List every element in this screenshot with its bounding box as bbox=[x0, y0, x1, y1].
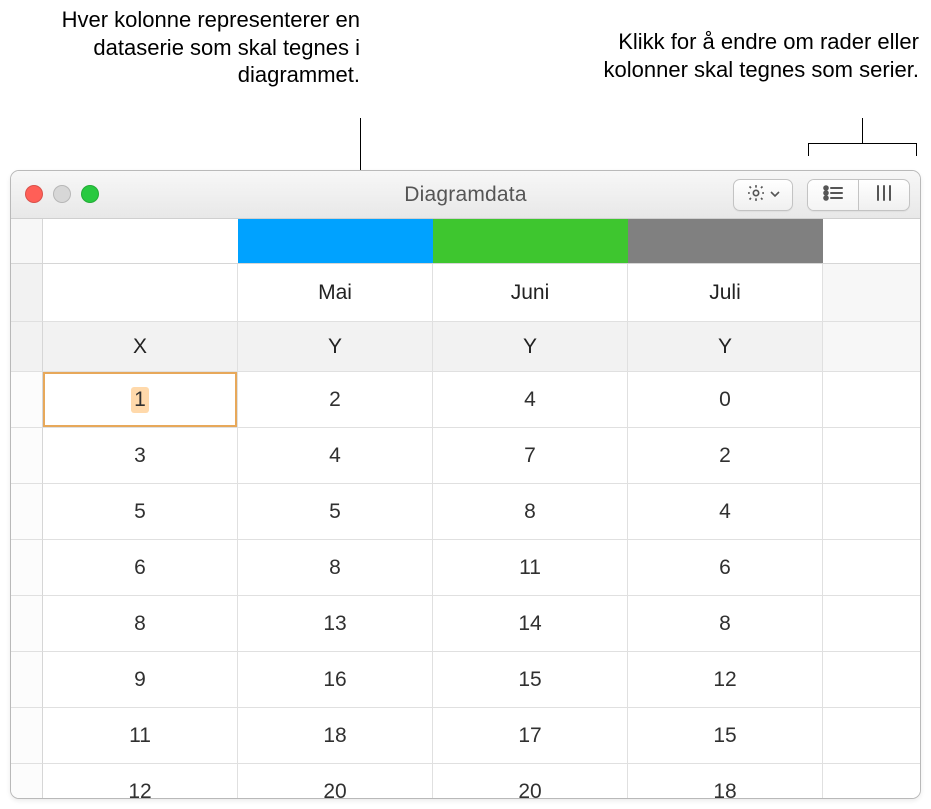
table-row: 8 13 14 8 bbox=[11, 596, 920, 652]
data-cell[interactable]: 20 bbox=[433, 764, 628, 799]
plot-orientation-toggle[interactable] bbox=[807, 179, 910, 211]
data-cell[interactable]: 4 bbox=[238, 428, 433, 484]
x-column-header[interactable] bbox=[43, 264, 238, 322]
data-grid[interactable]: Mai Juni Juli X Y Y Y 1 2 4 0 3 4 7 bbox=[11, 219, 920, 799]
data-cell[interactable]: 9 bbox=[43, 652, 238, 708]
table-row: 6 8 11 6 bbox=[11, 540, 920, 596]
row-header-gutter bbox=[11, 264, 43, 322]
table-row: 5 5 8 4 bbox=[11, 484, 920, 540]
row-header-gutter bbox=[11, 322, 43, 372]
chart-data-window: Diagramdata bbox=[10, 170, 921, 799]
row-header-gutter[interactable] bbox=[11, 372, 43, 428]
data-cell[interactable]: 6 bbox=[43, 540, 238, 596]
data-cell[interactable]: 11 bbox=[43, 708, 238, 764]
data-cell[interactable]: 5 bbox=[43, 484, 238, 540]
data-cell[interactable]: 15 bbox=[628, 708, 823, 764]
data-cell[interactable]: 7 bbox=[433, 428, 628, 484]
axis-x-label[interactable]: X bbox=[43, 322, 238, 372]
gear-icon bbox=[746, 183, 766, 208]
callout-leader-line bbox=[862, 118, 863, 143]
rows-icon bbox=[822, 184, 844, 207]
row-header-gutter[interactable] bbox=[11, 652, 43, 708]
columns-icon bbox=[874, 183, 894, 208]
window-titlebar[interactable]: Diagramdata bbox=[11, 171, 920, 219]
data-cell[interactable]: 6 bbox=[628, 540, 823, 596]
extra-column-gutter bbox=[823, 652, 921, 708]
series-name-cell[interactable]: Mai bbox=[238, 264, 433, 322]
axis-y-label[interactable]: Y bbox=[433, 322, 628, 372]
extra-column-gutter bbox=[823, 322, 921, 372]
data-cell[interactable]: 17 bbox=[433, 708, 628, 764]
row-header-gutter[interactable] bbox=[11, 764, 43, 799]
series-name-row: Mai Juni Juli bbox=[11, 264, 920, 322]
extra-column-gutter bbox=[823, 708, 921, 764]
table-row: 1 2 4 0 bbox=[11, 372, 920, 428]
row-header-gutter[interactable] bbox=[11, 484, 43, 540]
axis-label-row: X Y Y Y bbox=[11, 322, 920, 372]
row-header-gutter[interactable] bbox=[11, 708, 43, 764]
data-cell[interactable]: 8 bbox=[43, 596, 238, 652]
data-cell[interactable]: 15 bbox=[433, 652, 628, 708]
data-cell[interactable]: 5 bbox=[238, 484, 433, 540]
plot-rows-as-series-button[interactable] bbox=[808, 179, 858, 211]
series-color-swatch[interactable] bbox=[238, 219, 433, 264]
data-cell[interactable]: 12 bbox=[628, 652, 823, 708]
extra-column-gutter bbox=[823, 264, 921, 322]
extra-column-gutter bbox=[823, 428, 921, 484]
data-cell[interactable]: 16 bbox=[238, 652, 433, 708]
table-row: 11 18 17 15 bbox=[11, 708, 920, 764]
close-button[interactable] bbox=[25, 185, 43, 203]
settings-popup-button[interactable] bbox=[733, 179, 793, 211]
extra-column-gutter bbox=[823, 764, 921, 799]
zoom-button[interactable] bbox=[81, 185, 99, 203]
data-cell[interactable]: 18 bbox=[628, 764, 823, 799]
callout-leader-line bbox=[916, 143, 917, 156]
table-row: 12 20 20 18 bbox=[11, 764, 920, 799]
row-header-gutter[interactable] bbox=[11, 540, 43, 596]
table-row: 9 16 15 12 bbox=[11, 652, 920, 708]
data-cell[interactable]: 3 bbox=[43, 428, 238, 484]
axis-y-label[interactable]: Y bbox=[238, 322, 433, 372]
minimize-button[interactable] bbox=[53, 185, 71, 203]
callout-leader-line bbox=[808, 143, 809, 156]
series-color-swatch[interactable] bbox=[628, 219, 823, 264]
data-cell[interactable]: 14 bbox=[433, 596, 628, 652]
x-column-color bbox=[43, 219, 238, 264]
data-cell[interactable]: 18 bbox=[238, 708, 433, 764]
axis-y-label[interactable]: Y bbox=[628, 322, 823, 372]
data-cell[interactable]: 11 bbox=[433, 540, 628, 596]
extra-column-gutter bbox=[823, 596, 921, 652]
table-row: 3 4 7 2 bbox=[11, 428, 920, 484]
data-cell[interactable]: 8 bbox=[238, 540, 433, 596]
series-color-swatch[interactable] bbox=[433, 219, 628, 264]
extra-column-gutter bbox=[823, 219, 921, 264]
data-cell[interactable]: 20 bbox=[238, 764, 433, 799]
chevron-down-icon bbox=[770, 186, 780, 204]
data-cell[interactable]: 4 bbox=[433, 372, 628, 428]
extra-column-gutter bbox=[823, 540, 921, 596]
data-cell[interactable]: 4 bbox=[628, 484, 823, 540]
extra-column-gutter bbox=[823, 484, 921, 540]
callout-column-series: Hver kolonne representerer en dataserie … bbox=[0, 6, 360, 89]
series-name-cell[interactable]: Juli bbox=[628, 264, 823, 322]
data-cell[interactable]: 1 bbox=[43, 372, 238, 428]
extra-column-gutter bbox=[823, 372, 921, 428]
data-cell[interactable]: 12 bbox=[43, 764, 238, 799]
row-header-gutter[interactable] bbox=[11, 428, 43, 484]
row-header-gutter bbox=[11, 219, 43, 264]
plot-columns-as-series-button[interactable] bbox=[859, 179, 909, 211]
data-cell[interactable]: 0 bbox=[628, 372, 823, 428]
data-cell[interactable]: 2 bbox=[628, 428, 823, 484]
callout-toggle-series: Klikk for å endre om rader eller kolonne… bbox=[579, 28, 919, 83]
row-header-gutter[interactable] bbox=[11, 596, 43, 652]
callout-leader-line bbox=[808, 143, 917, 144]
data-cell[interactable]: 13 bbox=[238, 596, 433, 652]
data-cell[interactable]: 8 bbox=[628, 596, 823, 652]
data-cell[interactable]: 2 bbox=[238, 372, 433, 428]
series-color-row bbox=[11, 219, 920, 264]
series-name-cell[interactable]: Juni bbox=[433, 264, 628, 322]
data-cell[interactable]: 8 bbox=[433, 484, 628, 540]
